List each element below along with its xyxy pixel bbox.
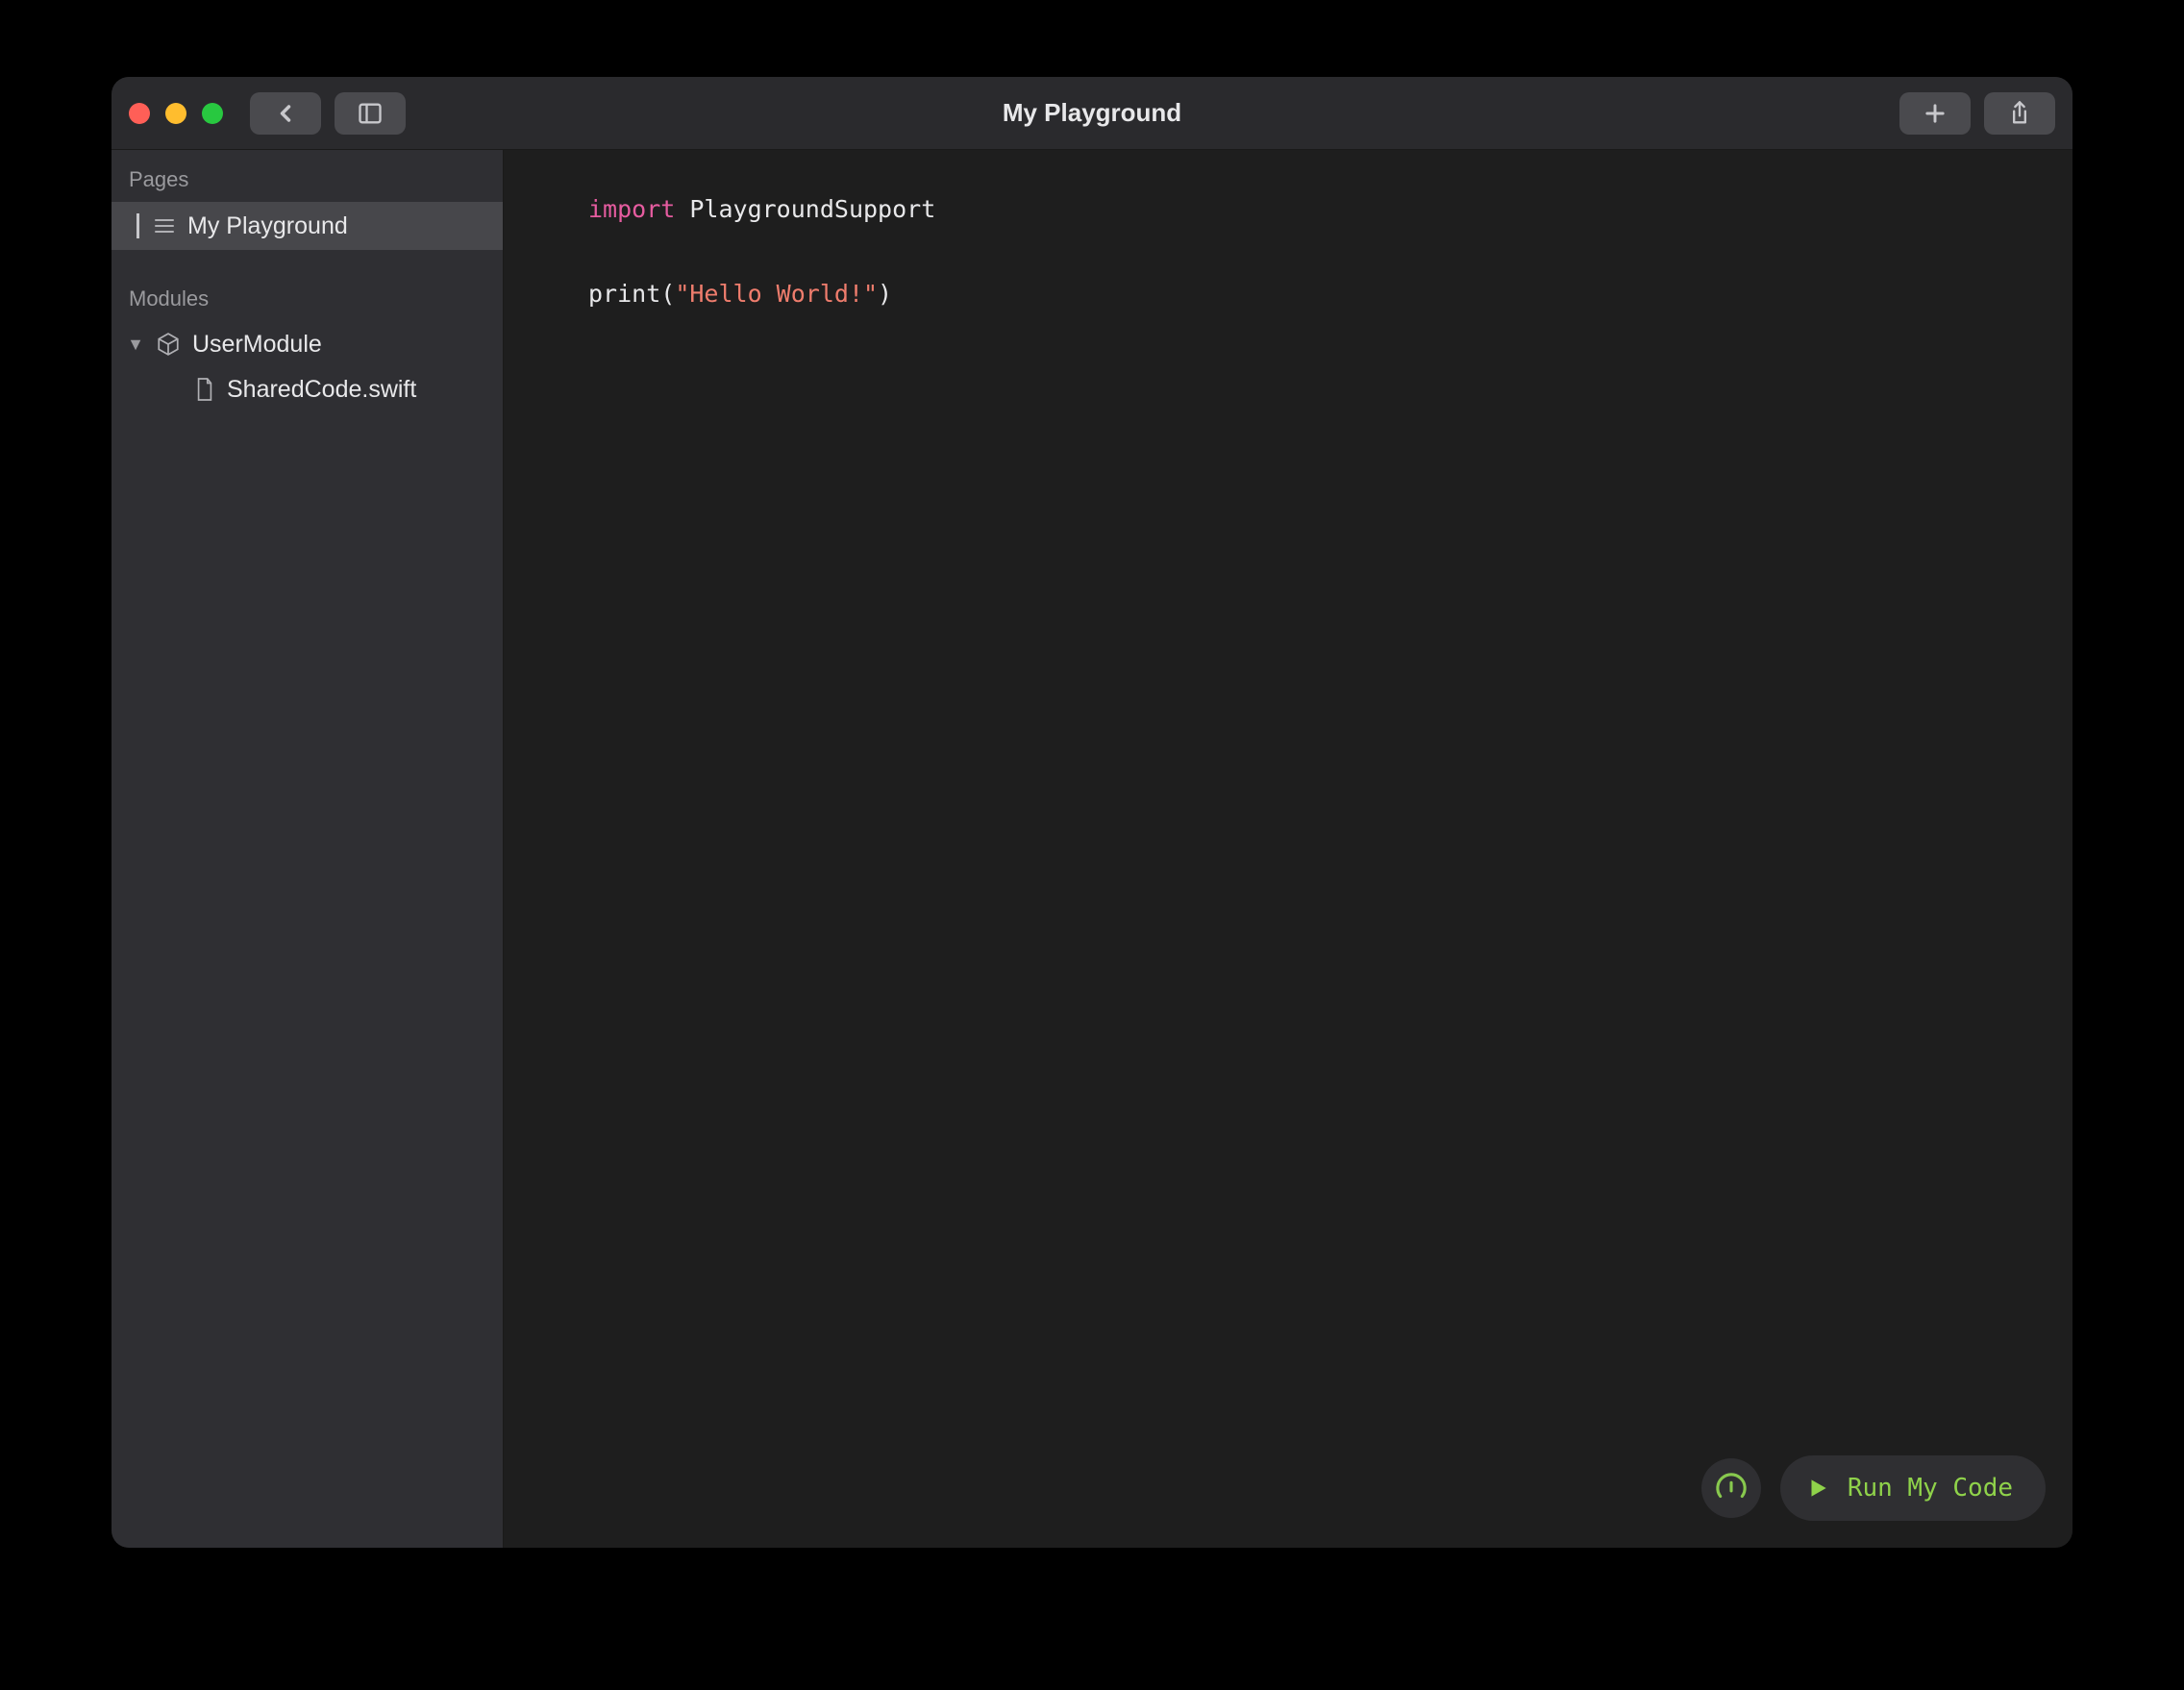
modules-section: Modules ▼ UserModule SharedCode.swift: [112, 271, 503, 411]
code-content: import PlaygroundSupport print("Hello Wo…: [588, 188, 935, 315]
module-item-label: UserModule: [192, 331, 322, 359]
share-button[interactable]: [1984, 92, 2055, 135]
share-icon: [2006, 100, 2033, 127]
run-code-button[interactable]: Run My Code: [1780, 1455, 2046, 1521]
file-item-label: SharedCode.swift: [227, 376, 416, 404]
selection-indicator: [136, 213, 139, 238]
window-body: Pages My Playground Modules ▼ UserModule: [112, 150, 2072, 1548]
toggle-sidebar-button[interactable]: [335, 92, 406, 135]
close-window-button[interactable]: [129, 103, 150, 124]
toolbar-right-buttons: [1899, 92, 2055, 135]
page-item-label: My Playground: [187, 212, 348, 240]
performance-gauge-button[interactable]: [1701, 1458, 1761, 1518]
file-item-sharedcode[interactable]: SharedCode.swift: [112, 367, 503, 411]
code-paren-close: ): [878, 280, 892, 308]
code-editor[interactable]: import PlaygroundSupport print("Hello Wo…: [504, 150, 2072, 1548]
code-function: print: [588, 280, 660, 308]
minimize-window-button[interactable]: [165, 103, 186, 124]
code-identifier: PlaygroundSupport: [689, 195, 935, 223]
modules-section-header: Modules: [112, 277, 503, 321]
disclosure-triangle-icon[interactable]: ▼: [127, 335, 144, 355]
toolbar-left-buttons: [250, 92, 406, 135]
file-icon: [194, 377, 215, 402]
sidebar-icon: [357, 100, 384, 127]
run-bar: Run My Code: [1701, 1455, 2046, 1521]
code-paren-open: (: [660, 280, 675, 308]
add-button[interactable]: [1899, 92, 1971, 135]
window-title: My Playground: [1003, 98, 1181, 128]
traffic-lights: [129, 103, 223, 124]
titlebar: My Playground: [112, 77, 2072, 150]
package-icon: [156, 332, 181, 357]
app-window: My Playground Pages My Playground: [112, 77, 2072, 1548]
chevron-left-icon: [272, 100, 299, 127]
gauge-icon: [1715, 1472, 1748, 1504]
sidebar: Pages My Playground Modules ▼ UserModule: [112, 150, 504, 1548]
pages-section-header: Pages: [112, 150, 503, 202]
maximize-window-button[interactable]: [202, 103, 223, 124]
play-icon: [1805, 1476, 1830, 1501]
page-item-my-playground[interactable]: My Playground: [112, 202, 503, 250]
module-item-usermodule[interactable]: ▼ UserModule: [112, 321, 503, 367]
run-button-label: Run My Code: [1848, 1467, 2013, 1509]
page-lines-icon: [153, 216, 176, 236]
plus-icon: [1922, 100, 1948, 127]
code-keyword: import: [588, 195, 675, 223]
code-string: "Hello World!": [675, 280, 878, 308]
back-button[interactable]: [250, 92, 321, 135]
